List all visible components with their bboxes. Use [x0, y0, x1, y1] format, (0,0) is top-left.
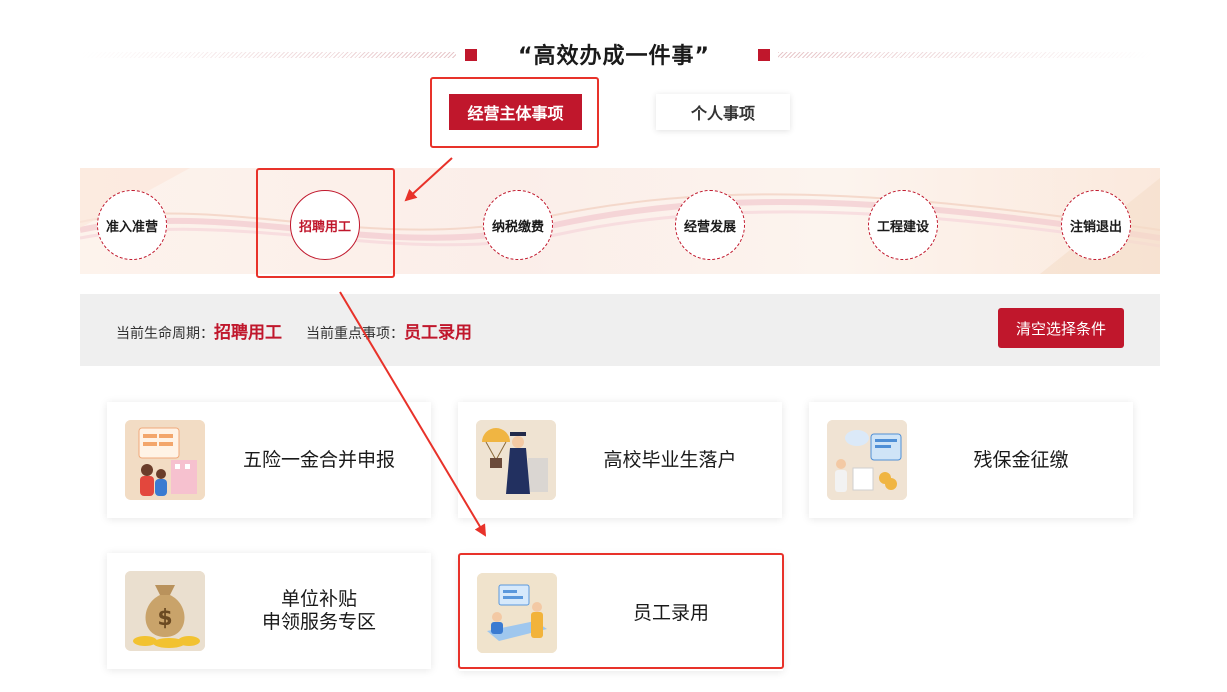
- title-decoration-left: [80, 52, 456, 58]
- insurance-family-illustration: [125, 420, 205, 500]
- office-payment-illustration: [827, 420, 907, 500]
- focus-value: 员工录用: [404, 323, 472, 343]
- stage-tax-payment[interactable]: 纳税缴费: [483, 190, 553, 260]
- stage-hiring[interactable]: 招聘用工: [290, 190, 360, 260]
- service-card-graduate-settlement[interactable]: 高校毕业生落户: [458, 402, 782, 518]
- service-card-social-insurance[interactable]: 五险一金合并申报: [107, 402, 431, 518]
- stage-construction[interactable]: 工程建设: [868, 190, 938, 260]
- focus-label: 当前重点事项：: [306, 326, 404, 342]
- service-card-subsidy[interactable]: $ 单位补贴 申领服务专区: [107, 553, 431, 669]
- service-card-employee-hiring[interactable]: 员工录用: [459, 555, 783, 671]
- lifecycle-stage-bar: 准入准营 招聘用工 纳税缴费 经营发展 工程建设 注销退出: [80, 168, 1160, 274]
- service-title: 五险一金合并申报: [217, 402, 421, 518]
- service-title: 员工录用: [569, 555, 773, 671]
- tab-business-entity[interactable]: 经营主体事项: [449, 94, 582, 130]
- service-title: 高校毕业生落户: [568, 402, 772, 518]
- service-title-line2: 申领服务专区: [261, 611, 376, 633]
- title-square-right: [758, 49, 770, 61]
- svg-text:$: $: [157, 606, 172, 631]
- service-title-line1: 高校毕业生落户: [603, 448, 737, 471]
- hiring-desk-illustration: [477, 573, 557, 653]
- tab-personal[interactable]: 个人事项: [656, 94, 790, 130]
- page-title: “高效办成一件事”: [518, 44, 710, 69]
- money-bag-illustration: $: [125, 571, 205, 651]
- section-header: “高效办成一件事”: [0, 36, 1227, 72]
- service-title-line1: 五险一金合并申报: [242, 448, 395, 471]
- service-card-disability-fund[interactable]: 残保金征缴: [809, 402, 1133, 518]
- service-title: 单位补贴 申领服务专区: [217, 553, 421, 669]
- service-title-line1: 残保金征缴: [973, 448, 1069, 471]
- period-value: 招聘用工: [214, 323, 282, 343]
- service-title-line1: 单位补贴: [280, 588, 357, 610]
- period-label: 当前生命周期：: [116, 326, 214, 342]
- wave-background: [80, 168, 1160, 274]
- service-title: 残保金征缴: [919, 402, 1123, 518]
- service-title-line1: 员工录用: [632, 601, 709, 624]
- stage-deregistration[interactable]: 注销退出: [1061, 190, 1131, 260]
- stage-business-development[interactable]: 经营发展: [675, 190, 745, 260]
- clear-filters-button[interactable]: 清空选择条件: [998, 308, 1124, 348]
- graduate-illustration: [476, 420, 556, 500]
- current-selection-bar: 当前生命周期： 招聘用工 当前重点事项： 员工录用 清空选择条件: [80, 294, 1160, 366]
- title-square-left: [465, 49, 477, 61]
- title-decoration-right: [778, 52, 1154, 58]
- stage-market-entry[interactable]: 准入准营: [97, 190, 167, 260]
